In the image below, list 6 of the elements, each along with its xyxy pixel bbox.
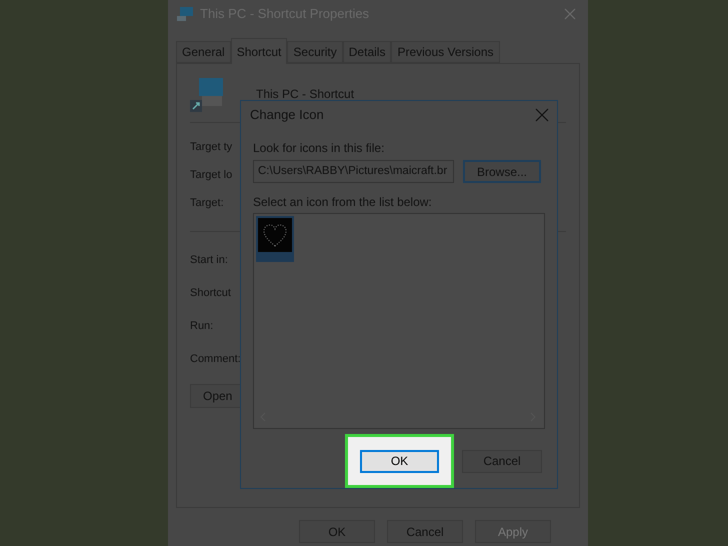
computer-icon xyxy=(176,6,194,22)
icon-list-item[interactable] xyxy=(256,216,294,262)
dialog-button[interactable]: OK xyxy=(360,450,439,472)
computer-icon xyxy=(190,76,226,112)
close-icon[interactable] xyxy=(563,7,577,21)
close-icon[interactable] xyxy=(535,108,549,122)
